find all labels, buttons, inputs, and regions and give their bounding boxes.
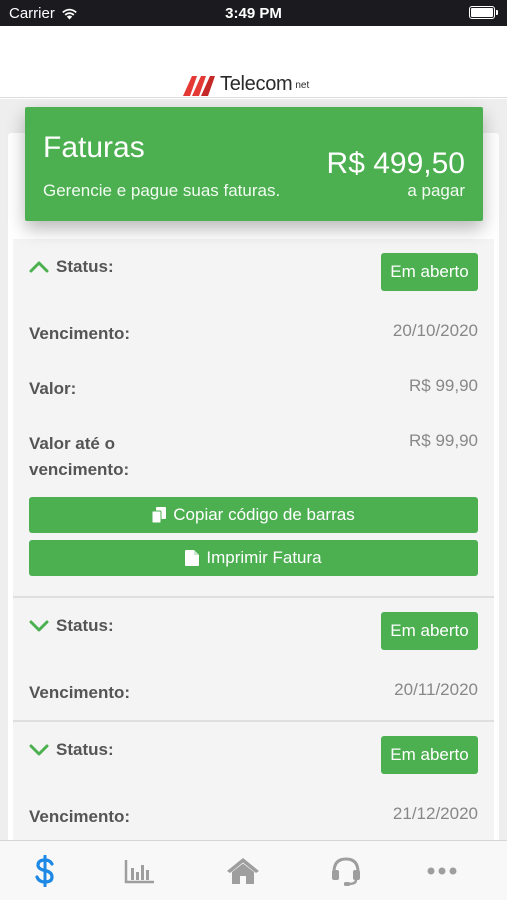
copy-barcode-label: Copiar código de barras	[173, 505, 355, 524]
invoice-card[interactable]: Status: Em aberto Vencimento: 20/10/2020…	[13, 239, 494, 598]
amount-due-label: Valor até o vencimento:	[29, 431, 129, 483]
logo-word: Telecom	[220, 73, 293, 95]
status-badge[interactable]: Em aberto	[381, 736, 478, 774]
print-invoice-label: Imprimir Fatura	[206, 548, 322, 567]
invoice-summary-card: Faturas Gerencie e pague suas faturas. R…	[25, 107, 483, 221]
telecom-logo: Telecom net	[182, 72, 309, 96]
chevron-up-icon	[29, 261, 49, 273]
more-icon	[427, 867, 457, 875]
invoice-toggle[interactable]: Status:	[29, 257, 114, 277]
invoice-toggle[interactable]: Status:	[29, 616, 114, 636]
amount-row: Valor: R$ 99,90	[29, 376, 478, 402]
invoice-card[interactable]: Status: Em aberto Vencimento: 20/11/2020	[13, 598, 494, 722]
due-date-value: 20/10/2020	[392, 321, 478, 340]
dollar-icon	[35, 855, 54, 887]
due-date-label: Vencimento:	[29, 683, 131, 702]
invoice-card[interactable]: Status: Em aberto Vencimento: 21/12/2020	[13, 722, 494, 840]
logo-mark-icon	[183, 76, 215, 96]
home-icon	[227, 858, 259, 884]
status-badge[interactable]: Em aberto	[381, 612, 478, 650]
headset-icon	[332, 857, 360, 886]
status-label: Status:	[56, 257, 114, 276]
logo-suffix: net	[295, 80, 310, 91]
due-date-row: Vencimento: 20/11/2020	[29, 680, 478, 706]
due-date-value: 21/12/2020	[392, 804, 478, 823]
app-header: Telecom net	[0, 26, 507, 98]
amount-due-label-line-2: vencimento:	[29, 460, 130, 479]
amount-due-row: Valor até o vencimento: R$ 99,90	[29, 431, 478, 483]
bar-chart-icon	[124, 860, 154, 884]
tab-bar	[0, 840, 507, 900]
amount-value: R$ 99,90	[409, 376, 478, 395]
tab-invoices[interactable]	[25, 855, 65, 887]
amount-due-label-line-1: Valor até o	[29, 434, 115, 453]
tab-support[interactable]	[326, 855, 366, 887]
total-amount: R$ 499,50	[326, 147, 465, 180]
status-label: Status:	[56, 740, 114, 759]
tab-more[interactable]	[422, 855, 462, 887]
document-icon	[185, 550, 200, 566]
due-date-label: Vencimento:	[29, 807, 131, 826]
copy-icon	[152, 507, 167, 523]
page-subtitle: Gerencie e pague suas faturas.	[43, 181, 281, 200]
due-date-row: Vencimento: 20/10/2020	[29, 321, 478, 347]
page-title: Faturas	[43, 131, 145, 164]
battery-icon	[469, 6, 498, 19]
copy-barcode-button[interactable]: Copiar código de barras	[29, 497, 478, 533]
due-date-label: Vencimento:	[29, 324, 131, 343]
clock: 3:49 PM	[225, 5, 282, 22]
tab-home[interactable]	[223, 855, 263, 887]
status-badge[interactable]: Em aberto	[381, 253, 478, 291]
amount-label: Valor:	[29, 379, 77, 398]
invoice-list: Status: Em aberto Vencimento: 20/10/2020…	[13, 239, 494, 840]
amount-due-value: R$ 99,90	[409, 431, 478, 450]
main-content[interactable]: Status: Em aberto Vencimento: 20/10/2020…	[0, 99, 507, 840]
print-invoice-button[interactable]: Imprimir Fatura	[29, 540, 478, 576]
due-date-value: 20/11/2020	[394, 680, 478, 699]
status-label: Status:	[56, 616, 114, 635]
chevron-down-icon	[29, 620, 49, 632]
tab-usage[interactable]	[120, 855, 160, 887]
status-bar: Carrier 3:49 PM	[0, 0, 507, 26]
chevron-down-icon	[29, 744, 49, 756]
invoice-toggle[interactable]: Status:	[29, 740, 114, 760]
due-date-row: Vencimento: 21/12/2020	[29, 804, 478, 830]
total-amount-caption: a pagar	[407, 181, 465, 200]
